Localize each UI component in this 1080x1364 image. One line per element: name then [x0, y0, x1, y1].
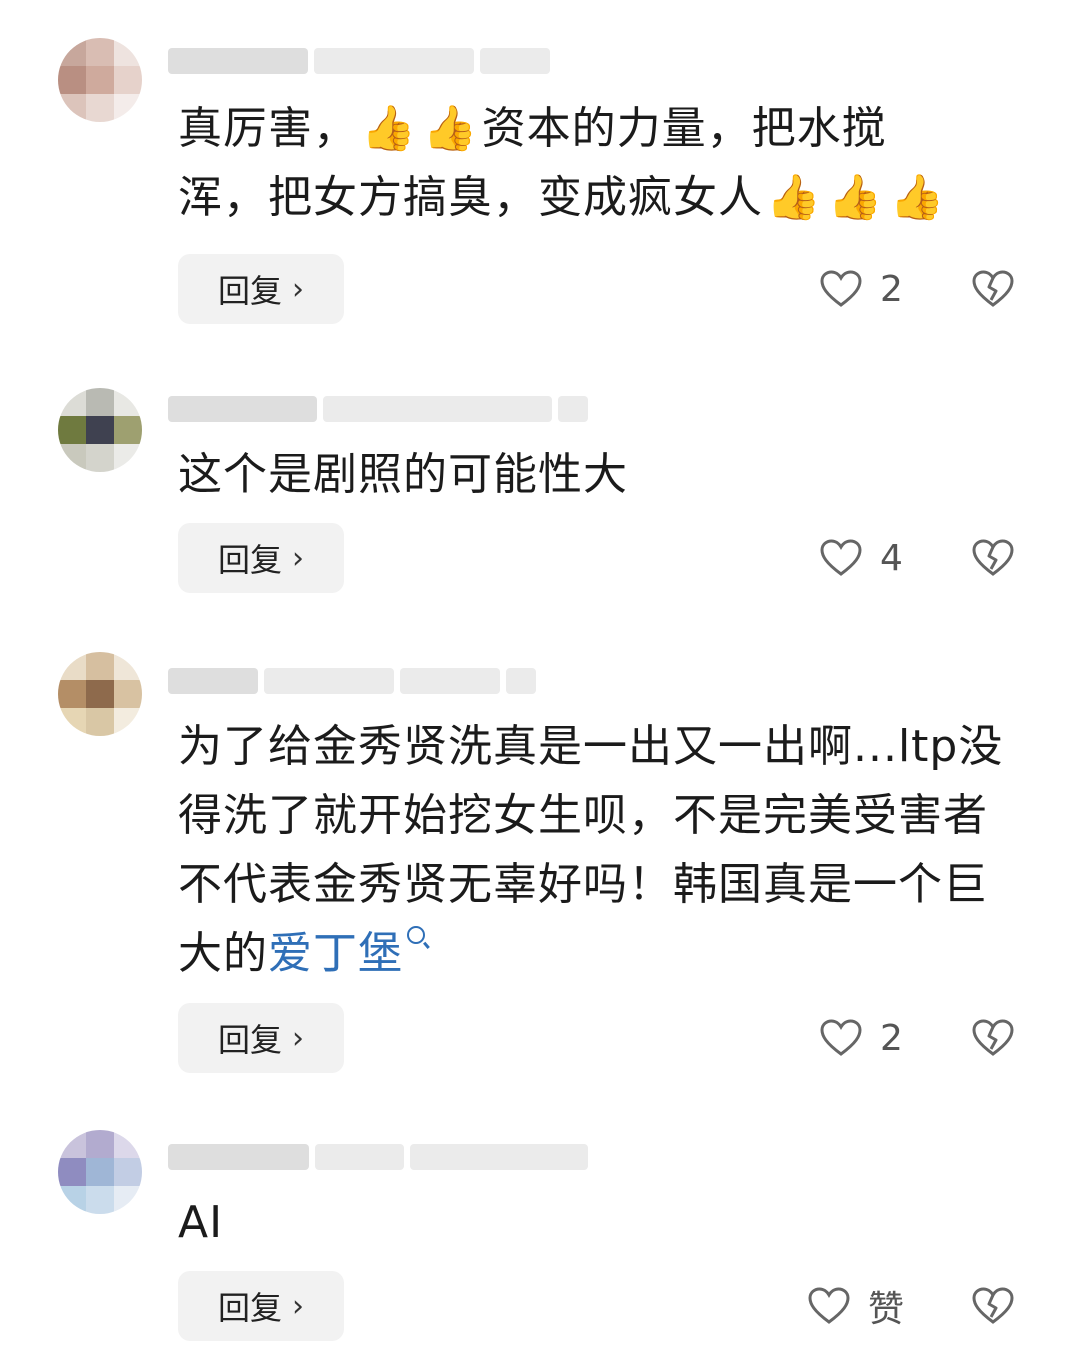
dislike-button[interactable]: [970, 1271, 1016, 1341]
username-blurred[interactable]: [168, 392, 588, 426]
avatar[interactable]: [58, 652, 142, 736]
like-button[interactable]: 4: [820, 523, 904, 593]
comment-text: 真厉害，👍 👍资本的力量，把水搅 浑，把女方搞臭，变成疯女人👍 👍 👍: [178, 103, 946, 223]
reply-button[interactable]: 回复 ›: [178, 523, 344, 593]
chevron-right-icon: ›: [292, 271, 304, 307]
comment-text: 这个是剧照的可能性大: [178, 449, 628, 500]
heart-outline-icon: [808, 1287, 850, 1325]
topic-link[interactable]: 爱丁堡: [268, 928, 403, 979]
thumbs-up-emoji: 👍: [827, 172, 884, 223]
username-blurred[interactable]: [168, 1140, 588, 1174]
dislike-button[interactable]: [970, 1003, 1016, 1073]
avatar[interactable]: [58, 1130, 142, 1214]
chevron-right-icon: ›: [292, 1288, 304, 1324]
like-count: 2: [880, 268, 903, 310]
heart-outline-icon: [820, 539, 862, 577]
thumbs-up-emoji: 👍: [766, 172, 822, 223]
reply-button[interactable]: 回复 ›: [178, 1003, 344, 1073]
dislike-button[interactable]: [970, 523, 1016, 593]
comment-text: 为了给金秀贤洗真是一出又一出啊...ltp没得洗了就开始挖女生呗，不是完美受害者…: [178, 721, 1004, 979]
heart-outline-icon: [820, 1019, 862, 1057]
like-count: 4: [880, 537, 903, 579]
like-button[interactable]: 赞: [808, 1271, 904, 1341]
reply-button[interactable]: 回复 ›: [178, 1271, 344, 1341]
username-blurred[interactable]: [168, 44, 588, 78]
comment-text: AI: [178, 1197, 224, 1248]
heart-outline-icon: [820, 270, 862, 308]
like-button[interactable]: 2: [820, 254, 904, 324]
thumbs-up-emoji: 👍: [889, 172, 946, 223]
avatar[interactable]: [58, 38, 142, 122]
search-icon[interactable]: [407, 926, 425, 944]
thumbs-up-emoji: 👍: [422, 103, 479, 154]
username-blurred[interactable]: [168, 664, 588, 698]
broken-heart-icon: [972, 1019, 1014, 1057]
dislike-button[interactable]: [970, 254, 1016, 324]
like-count: 赞: [867, 1289, 904, 1330]
thumbs-up-emoji: 👍: [361, 103, 417, 154]
like-button[interactable]: 2: [820, 1003, 904, 1073]
chevron-right-icon: ›: [292, 540, 304, 576]
reply-button[interactable]: 回复 ›: [178, 254, 344, 324]
like-count: 2: [880, 1017, 903, 1059]
broken-heart-icon: [972, 270, 1014, 308]
broken-heart-icon: [972, 539, 1014, 577]
broken-heart-icon: [972, 1287, 1014, 1325]
avatar[interactable]: [58, 388, 142, 472]
chevron-right-icon: ›: [292, 1020, 304, 1056]
